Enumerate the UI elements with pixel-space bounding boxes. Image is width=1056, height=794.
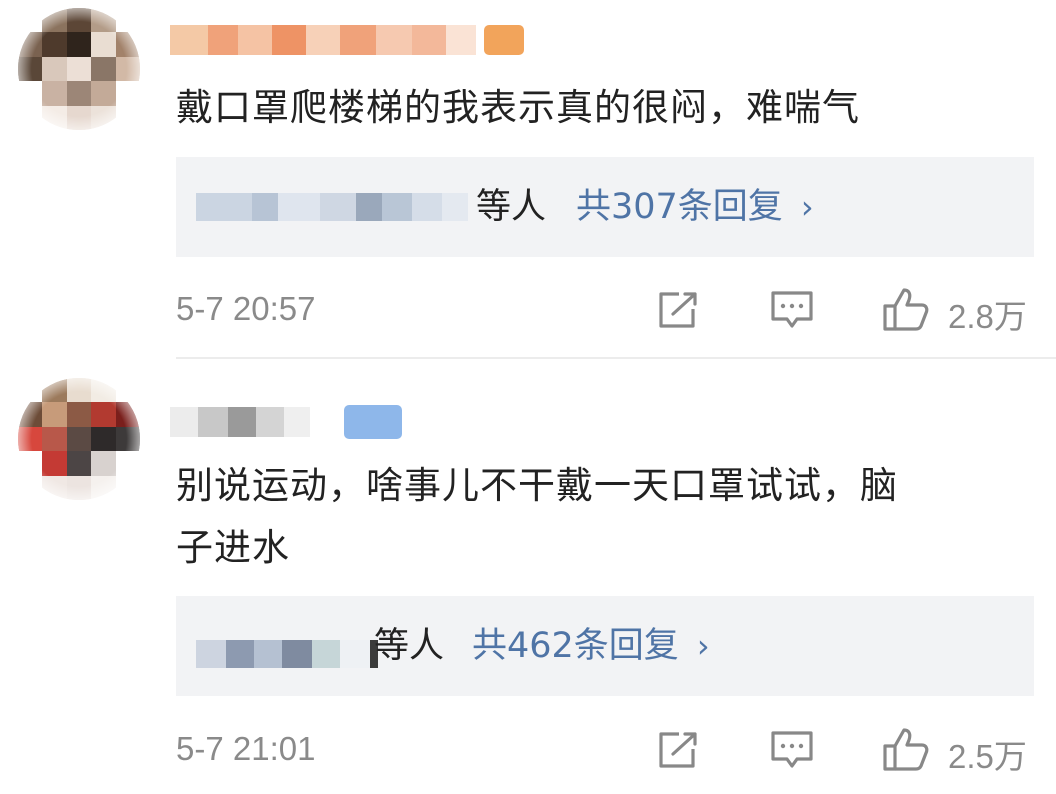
comment-icon (771, 291, 813, 328)
view-replies-link[interactable]: 共462条回复 › (472, 596, 710, 696)
username-pixelated[interactable] (170, 24, 524, 56)
username-pixelated[interactable] (170, 405, 402, 439)
chevron-right-icon: › (800, 188, 814, 226)
share-icon (659, 292, 697, 328)
reply-etc-label: 等人 (476, 187, 547, 227)
comment-text-line: 别说运动，啥事儿不干戴一天口罩试试，脑 (176, 464, 898, 507)
share-button[interactable] (654, 288, 702, 332)
like-button[interactable] (880, 724, 932, 774)
comment-text: 戴口罩爬楼梯的我表示真的很闷，难喘气 (176, 86, 860, 129)
reply-count-label: 共462条回复 (472, 626, 679, 666)
chevron-right-icon: › (696, 627, 710, 665)
comment-button[interactable] (768, 288, 816, 332)
view-replies-link[interactable]: 共307条回复 › (576, 157, 814, 257)
avatar-overlay (18, 378, 140, 500)
comment-item: 戴口罩爬楼梯的我表示真的很闷，难喘气 等人 共307条回复 › 5-7 20:57 (0, 0, 1056, 358)
reply-names-pixelated (196, 185, 468, 229)
avatar[interactable] (18, 8, 140, 130)
thumbs-up-icon (883, 728, 929, 771)
like-count: 2.8万 (948, 298, 1027, 335)
vip-badge-icon (344, 405, 402, 439)
replies-box[interactable]: 等人 共462条回复 › (176, 596, 1034, 696)
comment-item: 别说运动，啥事儿不干戴一天口罩试试，脑 子进水 等人 共462条回复 › 5-7 … (0, 358, 1056, 794)
like-count: 2.5万 (948, 738, 1027, 775)
reply-count-label: 共307条回复 (576, 187, 783, 227)
avatar-overlay (18, 8, 140, 130)
like-button[interactable] (880, 284, 932, 334)
reply-etc-label: 等人 (374, 626, 445, 666)
comment-icon (771, 731, 813, 768)
avatar[interactable] (18, 378, 140, 500)
thumbs-up-icon (883, 288, 929, 331)
comment-timestamp: 5-7 20:57 (176, 290, 316, 327)
share-icon (659, 732, 697, 768)
share-button[interactable] (654, 728, 702, 772)
comment-text-line: 子进水 (176, 526, 290, 569)
comment-button[interactable] (768, 728, 816, 772)
comment-timestamp: 5-7 21:01 (176, 730, 316, 767)
replies-box[interactable]: 等人 共307条回复 › (176, 157, 1034, 257)
reply-names-pixelated (196, 632, 378, 676)
vip-badge-icon (484, 25, 524, 55)
